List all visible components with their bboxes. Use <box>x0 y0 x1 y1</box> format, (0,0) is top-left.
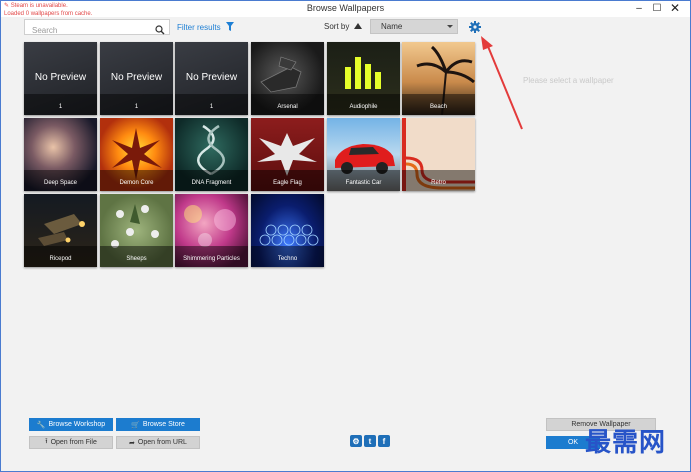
sort-ascending-icon[interactable] <box>354 22 363 31</box>
browse-wallpapers-window: ✎ Steam is unavailable. Loaded 0 wallpap… <box>0 0 691 472</box>
wallpaper-title: Techno <box>277 256 298 262</box>
wallpaper-tile[interactable]: No Preview 1 <box>175 42 248 115</box>
wallpaper-title: Beach <box>429 104 447 110</box>
social-links: ⚙ t f <box>350 435 390 447</box>
filter-icon <box>225 22 234 33</box>
wallpaper-tile[interactable]: Ricepod <box>24 194 97 267</box>
no-preview-text: No Preview <box>110 72 163 83</box>
watermark-logo: 最需网 <box>585 428 667 458</box>
wallpaper-title: Eagle Flag <box>273 180 302 186</box>
wallpaper-tile[interactable]: Arsenal <box>251 42 324 115</box>
title-bar: ✎ Steam is unavailable. Loaded 0 wallpap… <box>1 1 690 17</box>
wallpaper-tile[interactable]: No Preview 1 <box>100 42 173 115</box>
sort-by: Sort by <box>324 22 363 31</box>
wallpaper-tile[interactable]: Beach <box>402 42 475 115</box>
wallpaper-tile[interactable]: Sheeps <box>100 194 173 267</box>
wallpaper-title: Arsenal <box>277 104 298 110</box>
open-from-file-button[interactable]: ⭱ Open from File <box>29 436 113 449</box>
wallpaper-title: Fantastic Car <box>345 180 382 186</box>
upload-icon: ⭱ <box>45 438 48 445</box>
wallpaper-tile[interactable]: Retro <box>402 118 475 191</box>
maximize-button[interactable]: ☐ <box>648 1 666 15</box>
browse-workshop-button[interactable]: 🔧 Browse Workshop <box>29 418 113 431</box>
facebook-icon[interactable]: f <box>378 435 390 447</box>
filter-label: Filter results <box>177 23 221 32</box>
sort-selected-value: Name <box>381 22 403 31</box>
wallpaper-tile[interactable]: DNA Fragment <box>175 118 248 191</box>
wallpaper-tile[interactable]: Fantastic Car <box>327 118 400 191</box>
search-box <box>24 19 170 38</box>
wallpaper-title: Ricepod <box>49 256 72 262</box>
twitter-icon[interactable]: t <box>364 435 376 447</box>
window-title: Browse Wallpapers <box>306 3 385 13</box>
wallpaper-tile[interactable]: Deep Space <box>24 118 97 191</box>
wallpaper-tile[interactable]: Eagle Flag <box>251 118 324 191</box>
wallpaper-tile[interactable]: Audiophile <box>327 42 400 115</box>
no-preview-text: No Preview <box>185 72 238 83</box>
wallpaper-title: DNA Fragment <box>191 180 232 186</box>
wallpaper-title: Demon Core <box>119 180 154 186</box>
chevron-down-icon <box>447 25 453 28</box>
wallpaper-title: Retro <box>431 180 446 186</box>
wallpaper-tile[interactable]: Shimmering Particles <box>175 194 248 267</box>
cart-icon: 🛒 <box>131 421 140 429</box>
share-icon: ➦ <box>129 439 135 447</box>
open-from-url-button[interactable]: ➦ Open from URL <box>116 436 200 449</box>
sort-label: Sort by <box>324 22 350 31</box>
steam-icon[interactable]: ⚙ <box>350 435 362 447</box>
wallpaper-title: 1 <box>134 104 139 110</box>
browse-store-button[interactable]: 🛒 Browse Store <box>116 418 200 431</box>
wallpaper-tile[interactable]: Techno <box>251 194 324 267</box>
wrench-icon: 🔧 <box>36 421 46 429</box>
close-button[interactable]: ✕ <box>666 1 684 15</box>
wallpaper-tile[interactable]: No Preview 1 <box>24 42 97 115</box>
search-icon[interactable] <box>155 22 165 40</box>
wallpaper-title: 1 <box>58 104 63 110</box>
wallpaper-tile[interactable]: Demon Core <box>100 118 173 191</box>
wallpaper-title: Audiophile <box>349 104 378 110</box>
wallpaper-title: Deep Space <box>43 180 78 186</box>
annotation-arrow <box>481 36 523 130</box>
wallpaper-title: Shimmering Particles <box>183 256 240 262</box>
minimize-button[interactable]: – <box>630 1 648 15</box>
select-wallpaper-placeholder: Please select a wallpaper <box>523 76 614 85</box>
no-preview-text: No Preview <box>34 72 87 83</box>
search-input[interactable] <box>30 23 154 38</box>
wallpaper-title: 1 <box>209 104 214 110</box>
filter-results-link[interactable]: Filter results <box>177 22 234 33</box>
wallpaper-title: Sheeps <box>126 256 147 262</box>
sort-select[interactable]: Name <box>370 19 458 34</box>
